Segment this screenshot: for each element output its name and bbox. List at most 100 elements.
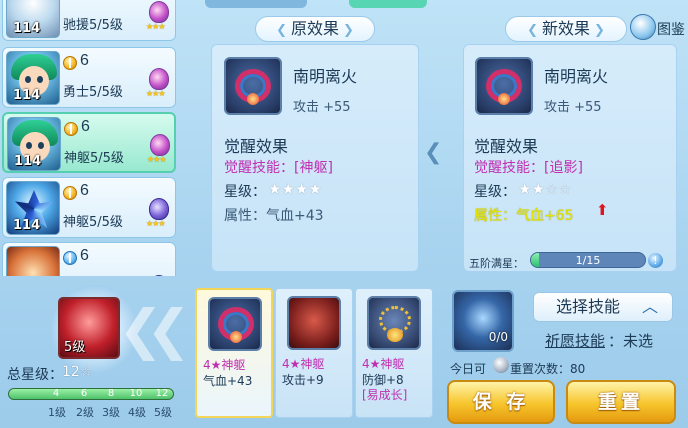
character-skill-level: 神躯5/5级 [64, 151, 124, 166]
increase-arrow-icon: ⬆ [596, 201, 609, 219]
roster-card[interactable]: 114 6 勇士5/5级 ★★★ [2, 47, 176, 108]
today-label: 今日可 [450, 362, 487, 376]
star-rank-icon [63, 56, 77, 70]
reset-count: 重置次数：80 [510, 362, 586, 376]
star-rank-icon [63, 251, 77, 265]
option-attr: 气血+43 [203, 374, 253, 388]
character-level: 114 [13, 218, 41, 233]
awaken-skill: 觉醒技能：[追影] [474, 160, 583, 176]
awaken-skill: 觉醒技能：[神躯] [224, 160, 333, 176]
wish-orb[interactable]: 0/0 [452, 290, 514, 352]
awaken-option-selected[interactable]: 4★神躯 气血+43 [195, 288, 273, 418]
top-tab-left[interactable] [205, 0, 307, 8]
bracelet-icon [224, 57, 282, 115]
bracelet-icon [475, 57, 533, 115]
select-skill-label: 选择技能 [556, 297, 621, 316]
character-portrait: 114 [7, 117, 61, 171]
awaken-option[interactable]: 4★神躯 攻击+9 [275, 288, 353, 418]
item-name: 南明离火 [544, 67, 609, 86]
character-level: 114 [14, 154, 42, 169]
character-portrait: 114 [6, 181, 60, 235]
level-mark: 3级 [102, 406, 120, 419]
star-rating: ★★★★ [268, 180, 322, 198]
level-mark: 1级 [48, 406, 66, 419]
star-rank-icon [63, 186, 77, 200]
level-mark: 2级 [76, 406, 94, 419]
star-label: 星级： [224, 184, 266, 200]
original-effect-header: ❮ 原效果 ❯ [255, 16, 375, 42]
save-button[interactable]: 保 存 [447, 380, 555, 424]
wish-skill-link[interactable]: 祈愿技能 [545, 330, 605, 351]
chevron-up-icon: ︿ [641, 297, 658, 316]
option-skill: 4★神躯 [203, 358, 246, 372]
wish-skill-value: ：未选 [608, 332, 654, 350]
character-star-count: 6 [80, 182, 89, 199]
character-star-count: 6 [80, 52, 89, 69]
character-star-count: 6 [80, 247, 89, 264]
star-label: 星级： [474, 184, 516, 200]
tier-progress-bar: 1/15 [530, 252, 646, 268]
select-skill-button[interactable]: 选择技能 ︿ [533, 292, 673, 322]
roster-card-selected[interactable]: 114 6 神躯5/5级 ★★★ [2, 112, 176, 173]
codex-button[interactable]: 图鉴 [630, 14, 688, 42]
character-skill-level: 驰援5/5级 [63, 18, 123, 33]
character-portrait: 114 [6, 51, 60, 105]
awaken-title: 觉醒效果 [224, 137, 289, 156]
necklace-icon [367, 296, 421, 350]
new-effect-title: 新效果 [541, 19, 590, 38]
roster-card[interactable]: 114 驰援5/5级 ★★★ [2, 0, 176, 41]
direction-chevron-icon: ❮ ❮ [118, 298, 192, 361]
reset-button[interactable]: 重置 [566, 380, 676, 424]
character-level: 114 [13, 88, 41, 103]
original-effect-panel: 南明离火 攻击 +55 觉醒效果 觉醒技能：[神躯] 星级： ★★★★ 属性：气… [211, 44, 419, 272]
level-mark: 4级 [128, 406, 146, 419]
star-mark: 6 [80, 388, 88, 399]
orb-count: 0/0 [488, 330, 508, 344]
tier-progress-text: 1/15 [575, 254, 601, 267]
item-attack: 攻击 +55 [293, 100, 351, 115]
level-mark: 5级 [154, 406, 172, 419]
book-icon [630, 14, 656, 40]
tier-label: 五阶满星： [469, 257, 524, 270]
bracelet-icon [208, 297, 262, 351]
awaken-gem-icon [146, 263, 172, 276]
attribute: 属性：气血+65 [474, 208, 574, 224]
new-effect-panel: 南明离火 攻击 +55 觉醒效果 觉醒技能：[追影] 星级： ★★☆☆ 属性：气… [463, 44, 677, 272]
roster-card[interactable]: 114 6 神躯5/5级 ★★★ [2, 177, 176, 238]
total-star-value: 12☆ [62, 364, 93, 380]
codex-label: 图鉴 [657, 22, 685, 38]
character-roster: 114 驰援5/5级 ★★★ 114 6 勇士5/5级 ★★★ 114 6 神躯… [0, 0, 182, 276]
awaken-option-list: 4★神躯 气血+43 4★神躯 攻击+9 4★神躯 防御+8 [易成长] [195, 288, 435, 420]
awaken-option[interactable]: 4★神躯 防御+8 [易成长] [355, 288, 433, 418]
star-mark: 12 [155, 388, 169, 399]
selected-hero-portrait[interactable]: 5级 [58, 297, 120, 359]
character-star-count: 6 [81, 118, 90, 135]
character-portrait [6, 246, 60, 276]
top-tab-right[interactable] [349, 0, 427, 8]
armor-icon [287, 296, 341, 350]
awaken-gem-icon: ★★★ [146, 1, 172, 31]
help-icon[interactable]: ! [648, 253, 663, 268]
new-effect-header: ❮ 新效果 ❯ [505, 16, 627, 42]
character-skill-level: 勇士5/5级 [63, 85, 123, 100]
awaken-gem-icon: ★★★ [146, 68, 172, 98]
character-portrait: 114 [6, 0, 60, 38]
item-attack: 攻击 +55 [544, 100, 602, 115]
option-attr: 攻击+9 [282, 373, 324, 387]
option-skill: 4★神躯 [362, 357, 405, 371]
awaken-gem-icon: ★★★ [146, 198, 172, 228]
star-mark: 4 [52, 388, 60, 399]
character-skill-level: 神躯5/5级 [63, 215, 123, 230]
attribute: 属性：气血+43 [224, 208, 324, 224]
total-star-label: 总星级： [7, 367, 63, 383]
star-rank-icon [64, 122, 78, 136]
roster-card[interactable]: 6 [2, 242, 176, 276]
hero-awaken-level: 5级 [64, 340, 86, 355]
total-star-fill [9, 389, 173, 399]
awaken-title: 觉醒效果 [474, 137, 539, 156]
compare-chevron-icon: ❮ [424, 140, 443, 165]
option-skill: 4★神躯 [282, 357, 325, 371]
coin-icon [493, 357, 509, 373]
total-star-bar: 4 6 8 10 12 [8, 388, 174, 400]
awaken-gem-icon: ★★★ [147, 134, 173, 164]
